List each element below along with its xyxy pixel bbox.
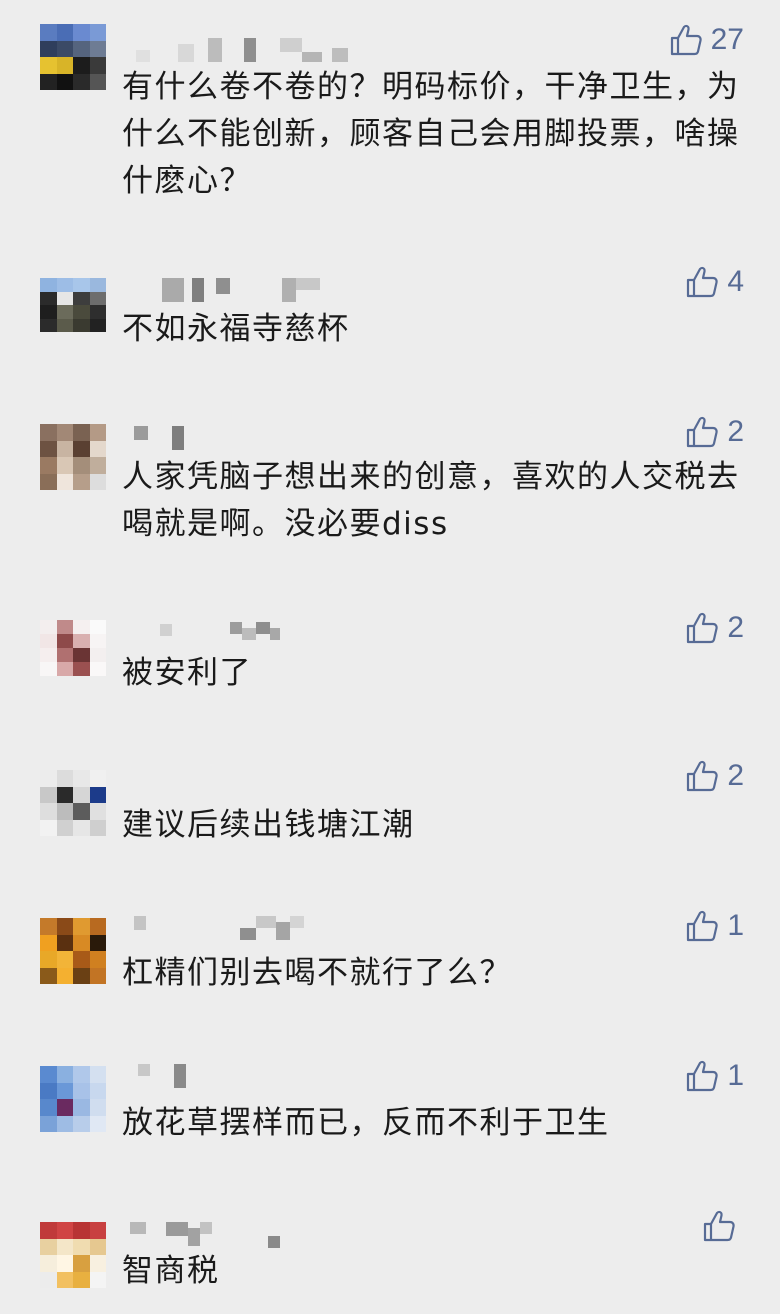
comment-text: 建议后续出钱塘江潮	[122, 807, 415, 843]
comment-text: 被安利了	[122, 655, 252, 691]
thumbs-up-icon	[687, 612, 719, 644]
avatar[interactable]	[40, 918, 106, 984]
comment-text: 有什么卷不卷的？明码标价，干净卫生，为什么不能创新，顾客自己会用脚投票，啥操什麽…	[122, 69, 740, 199]
avatar[interactable]	[40, 1222, 106, 1288]
like-button[interactable]: 2	[685, 412, 744, 452]
comment-text: 不如永福寺慈杯	[122, 311, 350, 347]
like-button[interactable]: 27	[669, 20, 744, 60]
avatar[interactable]	[40, 424, 106, 490]
like-count: 2	[727, 415, 744, 448]
like-count: 27	[710, 23, 744, 56]
like-count: 4	[727, 265, 744, 298]
avatar[interactable]	[40, 278, 106, 332]
like-button[interactable]	[702, 1206, 744, 1246]
thumbs-up-icon	[687, 416, 719, 448]
thumbs-up-icon	[670, 24, 702, 56]
comment-text: 智商税	[122, 1253, 220, 1289]
thumbs-up-icon	[687, 1060, 719, 1092]
avatar[interactable]	[40, 1066, 106, 1132]
like-count: 1	[727, 909, 744, 942]
avatar[interactable]	[40, 620, 106, 676]
thumbs-up-icon	[687, 910, 719, 942]
thumbs-up-icon	[687, 760, 719, 792]
thumbs-up-icon	[703, 1210, 735, 1242]
comment-text: 放花草摆样而已，反而不利于卫生	[122, 1105, 610, 1141]
avatar[interactable]	[40, 770, 106, 836]
avatar[interactable]	[40, 24, 106, 90]
comment-text: 杠精们别去喝不就行了么？	[122, 955, 512, 991]
like-button[interactable]: 1	[685, 906, 744, 946]
like-button[interactable]: 2	[685, 756, 744, 796]
like-count: 2	[727, 759, 744, 792]
like-button[interactable]: 2	[685, 608, 744, 648]
thumbs-up-icon	[687, 266, 719, 298]
like-button[interactable]: 1	[685, 1056, 744, 1096]
comment-text: 人家凭脑子想出来的创意，喜欢的人交税去喝就是啊。没必要diss	[122, 459, 740, 542]
like-button[interactable]: 4	[685, 262, 744, 302]
like-count: 1	[727, 1059, 744, 1092]
like-count: 2	[727, 611, 744, 644]
